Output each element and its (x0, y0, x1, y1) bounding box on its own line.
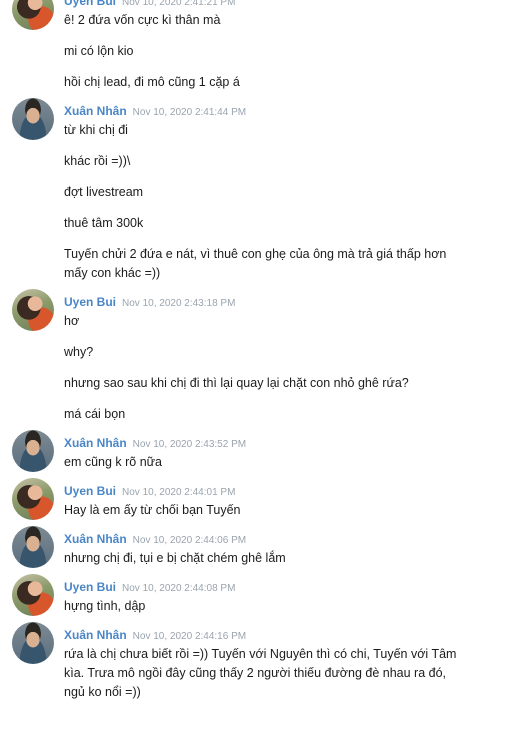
sender-name[interactable]: Uyen Bui (64, 295, 116, 309)
message-text: hơ (64, 314, 80, 328)
avatar[interactable] (12, 526, 54, 568)
sender-name[interactable]: Xuân Nhân (64, 532, 127, 546)
message-text: thuê tâm 300k (64, 216, 144, 230)
avatar[interactable] (12, 478, 54, 520)
timestamp: Nov 10, 2020 2:43:52 PM (132, 439, 247, 450)
message-text: nhưng sao sau khi chị đi thì lại quay lạ… (64, 376, 409, 390)
message-header: Xuân Nhân Nov 10, 2020 2:44:16 PM (64, 622, 459, 643)
message-group: Xuân Nhân Nov 10, 2020 2:43:52 PM em cũng… (0, 430, 459, 478)
message-text: từ khi chị đi (64, 123, 128, 137)
avatar[interactable] (12, 574, 54, 616)
message-header: Uyen Bui Nov 10, 2020 2:44:01 PM (64, 478, 459, 499)
avatar[interactable] (12, 622, 54, 664)
message-text: rứa là chị chưa biết rồi =)) Tuyến với N… (64, 647, 457, 699)
message-text: Tuyến chửi 2 đứa e nát, vì thuê con ghẹ … (64, 247, 447, 280)
sender-name[interactable]: Xuân Nhân (64, 628, 127, 642)
message-header: Xuân Nhân Nov 10, 2020 2:44:06 PM (64, 526, 459, 547)
message-group: Uyen Bui Nov 10, 2020 2:41:21 PM ê! 2 đứa… (0, 0, 459, 98)
message-group: Uyen Bui Nov 10, 2020 2:43:18 PM hơ why? … (0, 289, 459, 430)
message-header: Xuân Nhân Nov 10, 2020 2:43:52 PM (64, 430, 459, 451)
timestamp: Nov 10, 2020 2:44:08 PM (122, 583, 236, 594)
message-header: Uyen Bui Nov 10, 2020 2:44:08 PM (64, 574, 459, 595)
avatar[interactable] (12, 98, 54, 140)
message-text: mi có lộn kio (64, 44, 134, 58)
message-group: Xuân Nhân Nov 10, 2020 2:44:06 PM nhưng c… (0, 526, 459, 574)
message-feed: Uyen Bui Nov 10, 2020 2:41:21 PM ê! 2 đứa… (0, 0, 517, 708)
sender-name[interactable]: Uyen Bui (64, 484, 116, 498)
message-text: ê! 2 đứa vốn cực kì thân mà (64, 13, 221, 27)
message-text: Hay là em ấy từ chối bạn Tuyến (64, 503, 241, 517)
avatar[interactable] (12, 430, 54, 472)
message-header: Xuân Nhân Nov 10, 2020 2:41:44 PM (64, 98, 459, 119)
message-group: Uyen Bui Nov 10, 2020 2:44:08 PM hựng tìn… (0, 574, 459, 622)
message-text: đợt livestream (64, 185, 144, 199)
timestamp: Nov 10, 2020 2:41:44 PM (132, 107, 247, 118)
message-text: em cũng k rõ nữa (64, 455, 162, 469)
sender-name[interactable]: Uyen Bui (64, 0, 116, 8)
timestamp: Nov 10, 2020 2:44:16 PM (132, 631, 247, 642)
timestamp: Nov 10, 2020 2:44:06 PM (132, 535, 247, 546)
message-text: hựng tình, dập (64, 599, 146, 613)
message-group: Xuân Nhân Nov 10, 2020 2:41:44 PM từ khi … (0, 98, 459, 289)
avatar[interactable] (12, 289, 54, 331)
message-text: khác rồi =))\ (64, 154, 131, 168)
message-group: Xuân Nhân Nov 10, 2020 2:44:16 PM rứa là … (0, 622, 459, 708)
sender-name[interactable]: Xuân Nhân (64, 436, 127, 450)
timestamp: Nov 10, 2020 2:41:21 PM (122, 0, 236, 8)
sender-name[interactable]: Uyen Bui (64, 580, 116, 594)
message-group: Uyen Bui Nov 10, 2020 2:44:01 PM Hay là e… (0, 478, 459, 526)
message-text: hồi chị lead, đi mô cũng 1 cặp á (64, 75, 240, 89)
message-text: nhưng chị đi, tụi e bị chặt chém ghê lắm (64, 551, 286, 565)
timestamp: Nov 10, 2020 2:44:01 PM (122, 487, 236, 498)
message-text: why? (64, 345, 94, 359)
sender-name[interactable]: Xuân Nhân (64, 104, 127, 118)
timestamp: Nov 10, 2020 2:43:18 PM (122, 298, 236, 309)
message-header: Uyen Bui Nov 10, 2020 2:41:21 PM (64, 0, 459, 9)
avatar[interactable] (12, 0, 54, 30)
message-header: Uyen Bui Nov 10, 2020 2:43:18 PM (64, 289, 459, 310)
message-text: má cái bọn (64, 407, 126, 421)
